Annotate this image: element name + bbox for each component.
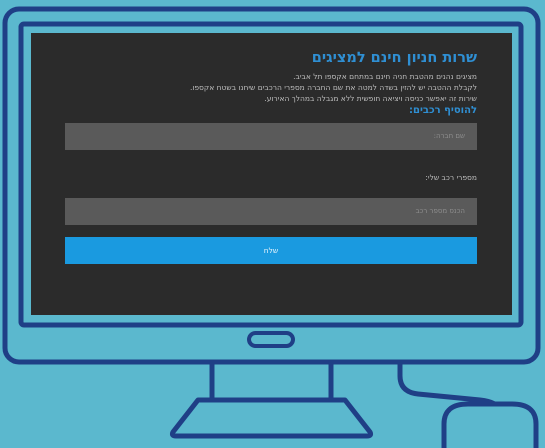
- intro-line-2: לקבלת ההטבה יש להזין בשדה למטה את שם החב…: [189, 83, 477, 93]
- company-name-input[interactable]: שם חברה:: [65, 122, 477, 150]
- page-title: שרות חניון חינם למציגים: [311, 50, 477, 66]
- submit-button[interactable]: שלח: [65, 236, 477, 264]
- intro-line-3: שירות זה יאפשר כניסה ויציאה חופשית ללא מ…: [264, 94, 477, 104]
- plate-number-placeholder: הכנס מספר רכב: [415, 206, 465, 215]
- computer-mouse-icon: [441, 401, 539, 448]
- plates-label: מספרי רכב שלי:: [425, 172, 477, 182]
- monitor-stand-base: [169, 397, 374, 439]
- intro-line-1: מציגים נהנים מהטבת חניה חינם במתחם אקספו…: [293, 72, 477, 81]
- power-button-icon: [247, 331, 295, 348]
- mouse-cable: [397, 362, 500, 409]
- plate-number-input[interactable]: הכנס מספר רכב: [65, 197, 477, 225]
- monitor-screen: שרות חניון חינם למציגים מציגים נהנים מהט…: [31, 33, 512, 315]
- add-vehicles-heading: להוסיף רכבים:: [408, 104, 477, 116]
- company-name-placeholder: שם חברה:: [433, 131, 465, 140]
